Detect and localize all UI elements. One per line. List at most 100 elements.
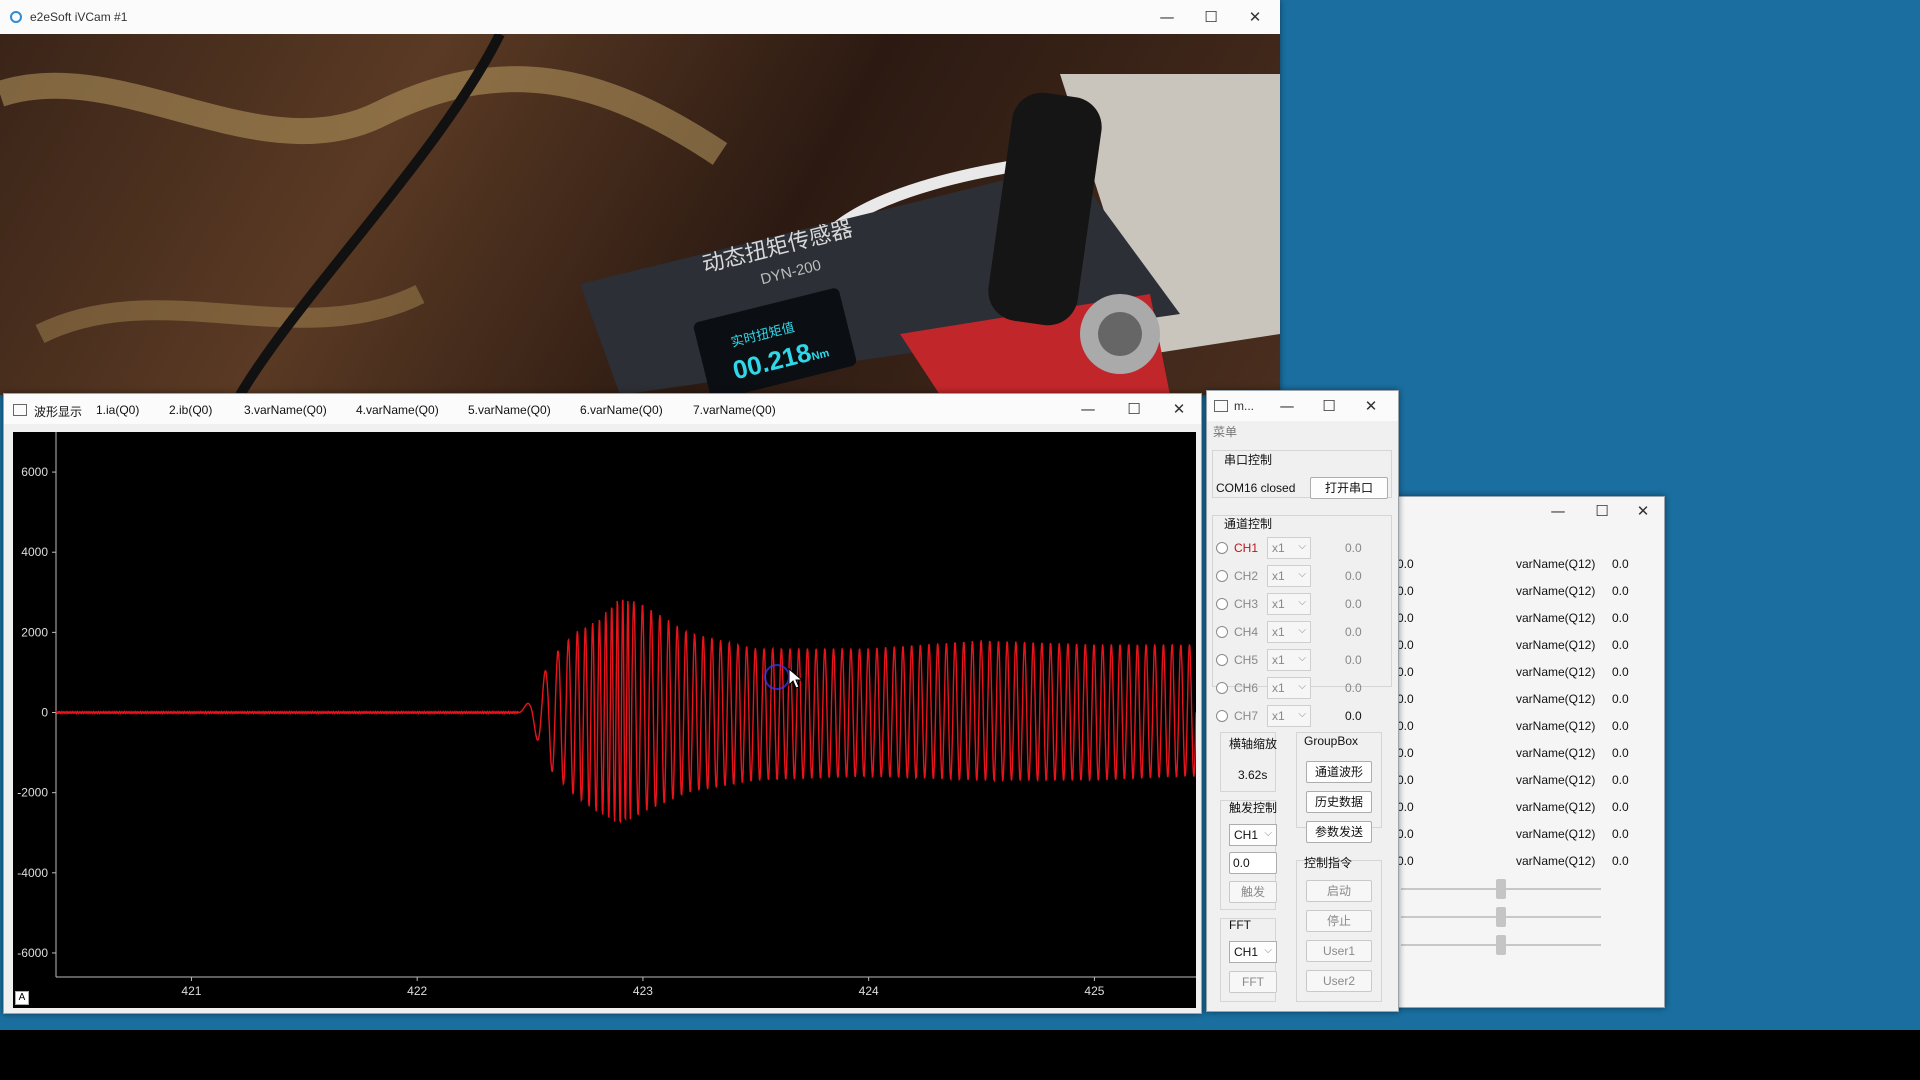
var-value-b[interactable]: 0.0: [1612, 800, 1629, 814]
open-port-button[interactable]: 打开串口: [1310, 477, 1388, 499]
y-tick-label: -6000: [17, 946, 48, 960]
waveform-chart[interactable]: 6000 4000 2000 0 -2000 -4000 -6000 421 422 423 424…: [13, 432, 1196, 1008]
channel-radio-5[interactable]: [1216, 654, 1228, 666]
var-value-b[interactable]: 0.0: [1612, 638, 1629, 652]
slider-knob-3[interactable]: [1496, 935, 1506, 955]
channel-radio-4[interactable]: [1216, 626, 1228, 638]
var-value-b[interactable]: 0.0: [1612, 827, 1629, 841]
x-tick-label: 425: [1084, 984, 1104, 998]
camera-window: e2eSoft iVCam #1 — ☐ ✕ 动态扭矩传感器 DYN-200 实…: [0, 0, 1280, 395]
var-value-a[interactable]: 0.0: [1397, 719, 1414, 733]
var-value-b[interactable]: 0.0: [1612, 746, 1629, 760]
var-name-b: varName(Q12): [1516, 719, 1596, 733]
channel-scale-select-7[interactable]: x1 ⌵: [1267, 705, 1311, 727]
channel-scale-select-5[interactable]: x1 ⌵: [1267, 649, 1311, 671]
waveform-window-title: 波形显示: [34, 405, 83, 419]
maximize-button[interactable]: ☐: [1189, 0, 1233, 34]
waveform-menu-item-6[interactable]: 6.varName(Q0): [580, 403, 663, 417]
y-tick-label: -4000: [17, 866, 48, 880]
channel-radio-1[interactable]: [1216, 542, 1228, 554]
var-value-b[interactable]: 0.0: [1612, 584, 1629, 598]
y-tick-label: 0: [41, 706, 48, 720]
var-value-b[interactable]: 0.0: [1612, 854, 1629, 868]
camera-app-icon: [10, 11, 22, 23]
close-button[interactable]: ✕: [1233, 0, 1277, 34]
channel-scale-value: x1: [1272, 653, 1285, 667]
var-value-b[interactable]: 0.0: [1612, 719, 1629, 733]
waveform-maximize-button[interactable]: ☐: [1112, 394, 1156, 424]
var-value-b[interactable]: 0.0: [1612, 773, 1629, 787]
taskbar: [0, 1030, 1920, 1080]
channel-wave-button[interactable]: 通道波形: [1306, 761, 1372, 783]
var-name-b: varName(Q12): [1516, 800, 1596, 814]
vars-maximize-button[interactable]: ☐: [1580, 497, 1624, 525]
waveform-minimize-button[interactable]: —: [1066, 394, 1110, 424]
waveform-menu-item-4[interactable]: 4.varName(Q0): [356, 403, 439, 417]
channel-scale-select-3[interactable]: x1 ⌵: [1267, 593, 1311, 615]
control-minimize-button[interactable]: —: [1267, 391, 1307, 421]
channel-scale-select-2[interactable]: x1 ⌵: [1267, 565, 1311, 587]
chevron-down-icon: ⌵: [1298, 709, 1306, 720]
var-value-a[interactable]: 0.0: [1397, 854, 1414, 868]
xscale-title: 横轴缩放: [1229, 737, 1278, 751]
menu-label[interactable]: 菜单: [1213, 423, 1237, 440]
history-data-button[interactable]: 历史数据: [1306, 791, 1372, 813]
var-value-b[interactable]: 0.0: [1612, 665, 1629, 679]
var-value-a[interactable]: 0.0: [1397, 692, 1414, 706]
var-value-b[interactable]: 0.0: [1612, 611, 1629, 625]
var-value-a[interactable]: 0.0: [1397, 638, 1414, 652]
stop-button[interactable]: 停止: [1306, 910, 1372, 932]
slider-knob-1[interactable]: [1496, 879, 1506, 899]
waveform-menu-item-5[interactable]: 5.varName(Q0): [468, 403, 551, 417]
user1-button[interactable]: User1: [1306, 940, 1372, 962]
var-value-a[interactable]: 0.0: [1397, 800, 1414, 814]
camera-feed: 动态扭矩传感器 DYN-200 实时扭矩值 00.218Nm: [0, 34, 1280, 395]
channel-radio-2[interactable]: [1216, 570, 1228, 582]
var-value-a[interactable]: 0.0: [1397, 584, 1414, 598]
var-name-b: varName(Q12): [1516, 665, 1596, 679]
channel-radio-6[interactable]: [1216, 682, 1228, 694]
var-value-b[interactable]: 0.0: [1612, 557, 1629, 571]
port-status: COM16 closed: [1216, 481, 1296, 495]
start-button[interactable]: 启动: [1306, 880, 1372, 902]
var-name-b: varName(Q12): [1516, 773, 1596, 787]
var-value-a[interactable]: 0.0: [1397, 557, 1414, 571]
var-value-a[interactable]: 0.0: [1397, 611, 1414, 625]
user2-button[interactable]: User2: [1306, 970, 1372, 992]
var-value-b[interactable]: 0.0: [1612, 692, 1629, 706]
x-tick-label: 422: [407, 984, 427, 998]
channel-radio-3[interactable]: [1216, 598, 1228, 610]
var-value-a[interactable]: 0.0: [1397, 827, 1414, 841]
waveform-menu-item-2[interactable]: 2.ib(Q0): [169, 403, 212, 417]
fft-channel-select[interactable]: CH1 ⌵: [1229, 941, 1277, 963]
waveform-close-button[interactable]: ✕: [1157, 394, 1201, 424]
control-app-icon: [1214, 400, 1228, 412]
fft-button[interactable]: FFT: [1229, 971, 1277, 993]
trigger-channel-select[interactable]: CH1 ⌵: [1229, 824, 1277, 846]
trigger-button[interactable]: 触发: [1229, 881, 1277, 903]
control-maximize-button[interactable]: ☐: [1309, 391, 1349, 421]
vars-close-button[interactable]: ✕: [1621, 497, 1665, 525]
param-send-button[interactable]: 参数发送: [1306, 821, 1372, 843]
control-close-button[interactable]: ✕: [1351, 391, 1391, 421]
channel-scale-value: x1: [1272, 569, 1285, 583]
chevron-down-icon: ⌵: [1298, 681, 1306, 692]
vars-minimize-button[interactable]: —: [1536, 497, 1580, 525]
channel-scale-select-6[interactable]: x1 ⌵: [1267, 677, 1311, 699]
var-value-a[interactable]: 0.0: [1397, 773, 1414, 787]
channel-label-7: CH7: [1234, 709, 1259, 723]
waveform-menu-item-7[interactable]: 7.varName(Q0): [693, 403, 776, 417]
slider-knob-2[interactable]: [1496, 907, 1506, 927]
channel-scale-select-1[interactable]: x1 ⌵: [1267, 537, 1311, 559]
var-value-a[interactable]: 0.0: [1397, 746, 1414, 760]
channel-label-5: CH5: [1234, 653, 1259, 667]
var-value-a[interactable]: 0.0: [1397, 665, 1414, 679]
channel-value-3: 0.0: [1345, 597, 1362, 611]
waveform-menu-item-1[interactable]: 1.ia(Q0): [96, 403, 139, 417]
minimize-button[interactable]: —: [1145, 0, 1189, 34]
autoscale-button[interactable]: A: [15, 991, 29, 1005]
channel-radio-7[interactable]: [1216, 710, 1228, 722]
trigger-level-input[interactable]: 0.0: [1229, 852, 1277, 874]
channel-scale-select-4[interactable]: x1 ⌵: [1267, 621, 1311, 643]
waveform-menu-item-3[interactable]: 3.varName(Q0): [244, 403, 327, 417]
